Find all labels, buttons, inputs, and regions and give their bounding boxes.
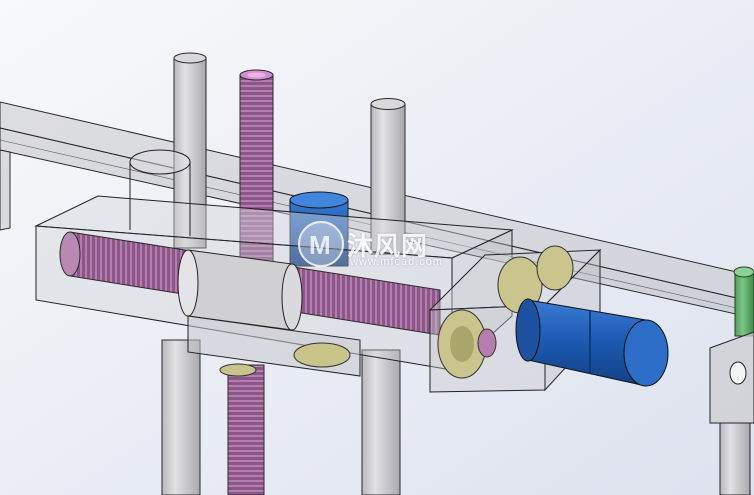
gear-shaft-end xyxy=(477,328,497,358)
watermark-url: www.mfcad.com xyxy=(350,256,444,268)
watermark-logo-icon: M xyxy=(298,221,344,267)
svg-text:M: M xyxy=(309,230,331,260)
vertical-support-post[interactable] xyxy=(361,349,401,495)
cad-viewport[interactable]: M 沐风网 www.mfcad.com xyxy=(0,0,754,495)
green-post[interactable] xyxy=(733,266,754,337)
left-edge-block[interactable] xyxy=(0,149,11,231)
vertical-support-post[interactable] xyxy=(161,339,201,495)
